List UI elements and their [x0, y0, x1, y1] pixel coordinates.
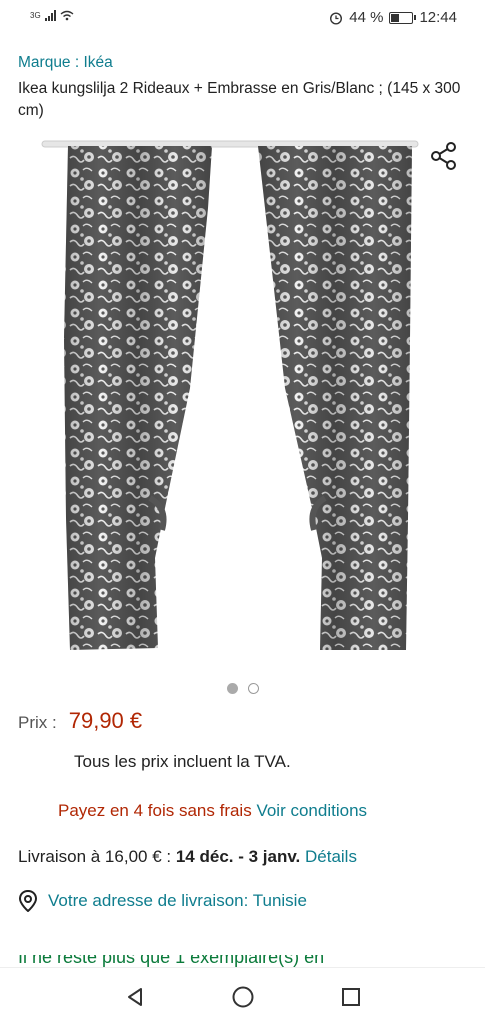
- installment-text: Payez en 4 fois sans frais: [58, 801, 252, 820]
- stock-note: Il ne reste plus que 1 exemplaire(s) en: [18, 955, 468, 967]
- signal-icon: [44, 9, 56, 21]
- battery-icon: [389, 11, 417, 24]
- back-icon: [128, 988, 142, 1006]
- location-pin-icon: [18, 890, 38, 912]
- status-right: 44 % 12:44: [329, 9, 457, 26]
- tva-note: Tous les prix incluent la TVA.: [74, 752, 291, 771]
- status-left: 3G: [30, 9, 74, 21]
- price-row: Prix : 79,90 €: [18, 708, 142, 734]
- home-button[interactable]: [228, 982, 258, 1012]
- product-image[interactable]: [40, 138, 420, 658]
- delivery-details-link[interactable]: Détails: [305, 847, 357, 866]
- delivery-dates: 14 déc. - 3 janv.: [175, 847, 301, 866]
- gallery-dot[interactable]: [226, 683, 238, 694]
- system-nav-bar: [0, 967, 485, 1025]
- back-button[interactable]: [120, 982, 150, 1012]
- installment-row: Payez en 4 fois sans frais Voir conditio…: [58, 801, 367, 821]
- home-icon: [232, 986, 254, 1008]
- delivery-address-text: Votre adresse de livraison: Tunisie: [48, 891, 307, 910]
- battery-percent: 44 %: [349, 9, 384, 26]
- share-button[interactable]: [428, 140, 460, 172]
- stock-note-text: Il ne reste plus que 1 exemplaire(s) en: [18, 955, 325, 967]
- conditions-link[interactable]: Voir conditions: [256, 801, 367, 820]
- delivery-prefix: Livraison à 16,00 € :: [18, 847, 172, 866]
- gallery-dot[interactable]: [247, 683, 259, 694]
- network-type: 3G: [30, 10, 41, 20]
- delivery-row: Livraison à 16,00 € : 14 déc. - 3 janv. …: [18, 847, 357, 867]
- delivery-address-link[interactable]: Votre adresse de livraison: Tunisie: [18, 890, 307, 912]
- alarm-icon: [330, 11, 343, 25]
- price-label: Prix :: [18, 713, 57, 732]
- share-icon: [431, 142, 456, 170]
- product-title: Ikea kungslilja 2 Rideaux + Embrasse en …: [18, 80, 461, 119]
- clock: 12:44: [419, 9, 457, 26]
- price-value: 79,90 €: [68, 708, 143, 733]
- status-bar: 3G 44 % 12:44: [0, 0, 485, 38]
- recents-icon: [342, 988, 360, 1006]
- gallery-pagination[interactable]: [0, 683, 485, 694]
- brand-link[interactable]: Marque : Ikéa: [18, 54, 113, 72]
- recents-button[interactable]: [336, 982, 366, 1012]
- wifi-icon: [60, 10, 74, 20]
